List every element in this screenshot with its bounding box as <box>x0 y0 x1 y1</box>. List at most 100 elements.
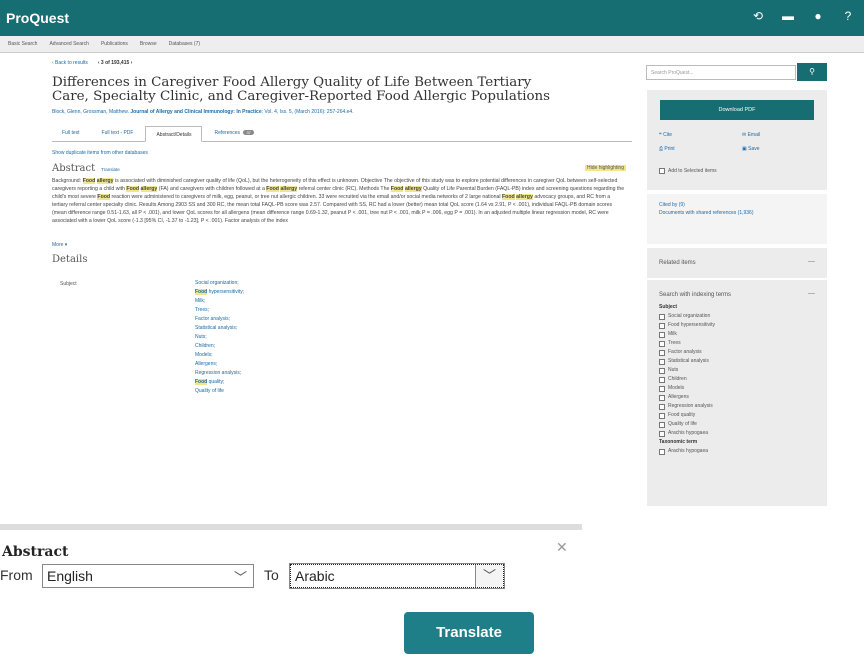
subject-label: Subject <box>60 281 77 287</box>
subject-item[interactable]: Trees; <box>195 306 244 315</box>
add-to-selected-checkbox[interactable]: Add to Selected items <box>659 168 717 174</box>
index-term-checkbox[interactable]: Allergens <box>659 393 715 402</box>
tab-abstract-details[interactable]: Abstract/Details <box>145 126 203 142</box>
folder-icon[interactable]: ▬ <box>780 9 796 23</box>
subject-item[interactable]: Children; <box>195 342 244 351</box>
cite-button[interactable]: ❝ Cite <box>659 132 672 138</box>
subject-item[interactable]: Food hypersensitivity; <box>195 288 244 297</box>
nav-publications[interactable]: Publications <box>101 41 128 47</box>
checkbox-icon <box>659 322 665 329</box>
article-authors: Block, Glenn, Grossman, Matthew. Journal… <box>52 109 354 115</box>
nav-basic-search[interactable]: Basic Search <box>8 41 37 47</box>
index-term-checkbox[interactable]: Food quality <box>659 411 715 420</box>
result-pager[interactable]: ‹ 3 of 193,415 › <box>98 60 132 70</box>
abstract-header: Abstract Translate Hide highlighting <box>52 163 632 175</box>
index-term-checkbox[interactable]: Models <box>659 384 715 393</box>
abstract-more-link[interactable]: More ▾ <box>52 242 632 248</box>
cited-by-link[interactable]: Cited by (9) <box>659 202 685 208</box>
sidebar-search-button[interactable]: ⚲ <box>797 63 827 81</box>
journal-link[interactable]: Journal of Allergy and Clinical Immunolo… <box>130 109 261 115</box>
article-title: Differences in Caregiver Food Allergy Qu… <box>52 75 551 104</box>
shared-references-link[interactable]: Documents with shared references (1,936) <box>659 210 819 217</box>
subject-item[interactable]: Quality of life <box>195 387 244 396</box>
top-bar: ProQuest ⟲ ▬ ● ? <box>0 0 864 36</box>
subject-item[interactable]: Social organization; <box>195 279 244 288</box>
back-to-results-link[interactable]: ‹ Back to results <box>52 60 88 70</box>
translate-panel-title: Abstract <box>2 544 69 560</box>
show-duplicates-link[interactable]: Show duplicate items from other database… <box>52 150 632 156</box>
tab-full-text-pdf[interactable]: Full text - PDF <box>92 125 144 141</box>
help-icon[interactable]: ? <box>840 9 856 23</box>
checkbox-icon <box>659 168 665 174</box>
abstract-text: Background: <box>52 178 82 184</box>
index-term-checkbox[interactable]: Milk <box>659 330 715 339</box>
abstract-text: reaction were administered to caregivers… <box>111 194 501 200</box>
checkbox-icon <box>659 385 665 392</box>
hide-highlighting-toggle[interactable]: Hide highlighting <box>585 165 626 171</box>
abstract-body: Background: Food allergy is associated w… <box>52 177 627 241</box>
index-term-checkbox[interactable]: Statistical analysis <box>659 357 715 366</box>
index-term-checkbox[interactable]: Nuts <box>659 366 715 375</box>
details-table: Subject Social organization; Food hypers… <box>52 279 632 419</box>
subject-item[interactable]: Food quality; <box>195 378 244 387</box>
citation-text: Vol. 4, Iss. 5, (March 2016): 257-264.e4… <box>264 109 354 115</box>
collapse-icon: — <box>808 258 815 265</box>
nav-browse[interactable]: Browse <box>140 41 157 47</box>
subject-item[interactable]: Statistical analysis; <box>195 324 244 333</box>
authors-link[interactable]: Block, Glenn, Grossman, Matthew <box>52 109 128 115</box>
checkbox-icon <box>659 412 665 419</box>
chevron-down-icon[interactable]: ﹀ <box>475 565 503 587</box>
user-icon[interactable]: ● <box>810 9 826 23</box>
subject-heading: Subject <box>659 304 678 310</box>
subject-item[interactable]: Allergens; <box>195 360 244 369</box>
history-icon[interactable]: ⟲ <box>750 9 766 23</box>
translate-button[interactable]: Translate <box>404 612 534 654</box>
to-language-select[interactable]: Arabic ﹀ <box>289 563 505 589</box>
abstract-text: (FA) and caregivers with children follow… <box>158 186 265 192</box>
nav-databases[interactable]: Databases (7) <box>169 41 200 47</box>
subject-item[interactable]: Regression analysis; <box>195 369 244 378</box>
index-term-checkbox[interactable]: Trees <box>659 339 715 348</box>
subject-item[interactable]: Models; <box>195 351 244 360</box>
save-button[interactable]: ▣ Save <box>742 146 760 152</box>
taxonomic-heading: Taxonomic term <box>659 439 698 445</box>
abstract-translate-link[interactable]: Translate <box>101 167 120 172</box>
index-term-checkbox[interactable]: Social organization <box>659 312 715 321</box>
index-term-checkbox[interactable]: Quality of life <box>659 420 715 429</box>
email-button[interactable]: ✉ Email <box>742 132 760 138</box>
index-term-checkbox[interactable]: Factor analysis <box>659 348 715 357</box>
taxonomic-term-checkbox[interactable]: Arachis hypogaea <box>659 447 715 456</box>
download-pdf-button[interactable]: Download PDF <box>660 100 814 120</box>
collapse-icon[interactable]: — <box>808 290 815 297</box>
index-term-checkbox[interactable]: Children <box>659 375 715 384</box>
actions-box: Download PDF ❝ Cite ✉ Email ⎙ Print ▣ Sa… <box>647 90 827 190</box>
translate-panel: Abstract ✕ From English ﹀ To Arabic ﹀ Tr… <box>0 530 864 664</box>
from-language-value: English <box>47 568 93 584</box>
print-button[interactable]: ⎙ Print <box>659 146 675 152</box>
page: ProQuest ⟲ ▬ ● ? Basic Search Advanced S… <box>0 0 864 664</box>
tab-references[interactable]: References 37 <box>204 125 263 141</box>
related-items-section[interactable]: Related items — <box>647 248 827 278</box>
subject-item[interactable]: Factor analysis; <box>195 315 244 324</box>
index-term-checkbox[interactable]: Regression analysis <box>659 402 715 411</box>
sub-nav: Basic Search Advanced Search Publication… <box>0 36 864 53</box>
close-icon[interactable]: ✕ <box>556 539 568 556</box>
index-term-checkbox[interactable]: Food hypersensitivity <box>659 321 715 330</box>
nav-advanced-search[interactable]: Advanced Search <box>49 41 88 47</box>
indexing-terms-heading[interactable]: Search with indexing terms <box>659 292 731 298</box>
from-language-select[interactable]: English ﹀ <box>42 564 254 588</box>
tab-full-text[interactable]: Full text <box>52 125 90 141</box>
from-label: From <box>0 567 33 583</box>
checkbox-icon <box>659 430 665 437</box>
sidebar-search-input[interactable]: Search ProQuest... <box>646 65 796 80</box>
proquest-logo[interactable]: ProQuest <box>6 10 69 26</box>
breadcrumb: ‹ Back to results ‹ 3 of 193,415 › <box>52 60 632 70</box>
highlight-term: Food <box>97 194 111 200</box>
checkbox-icon <box>659 358 665 365</box>
subject-item[interactable]: Nuts; <box>195 333 244 342</box>
subject-item[interactable]: Milk; <box>195 297 244 306</box>
indexing-terms-section: Search with indexing terms — Subject Soc… <box>647 280 827 506</box>
to-label: To <box>264 567 279 583</box>
index-term-checkbox[interactable]: Arachis hypogaea <box>659 429 715 438</box>
highlight-term: allergy <box>140 186 158 192</box>
